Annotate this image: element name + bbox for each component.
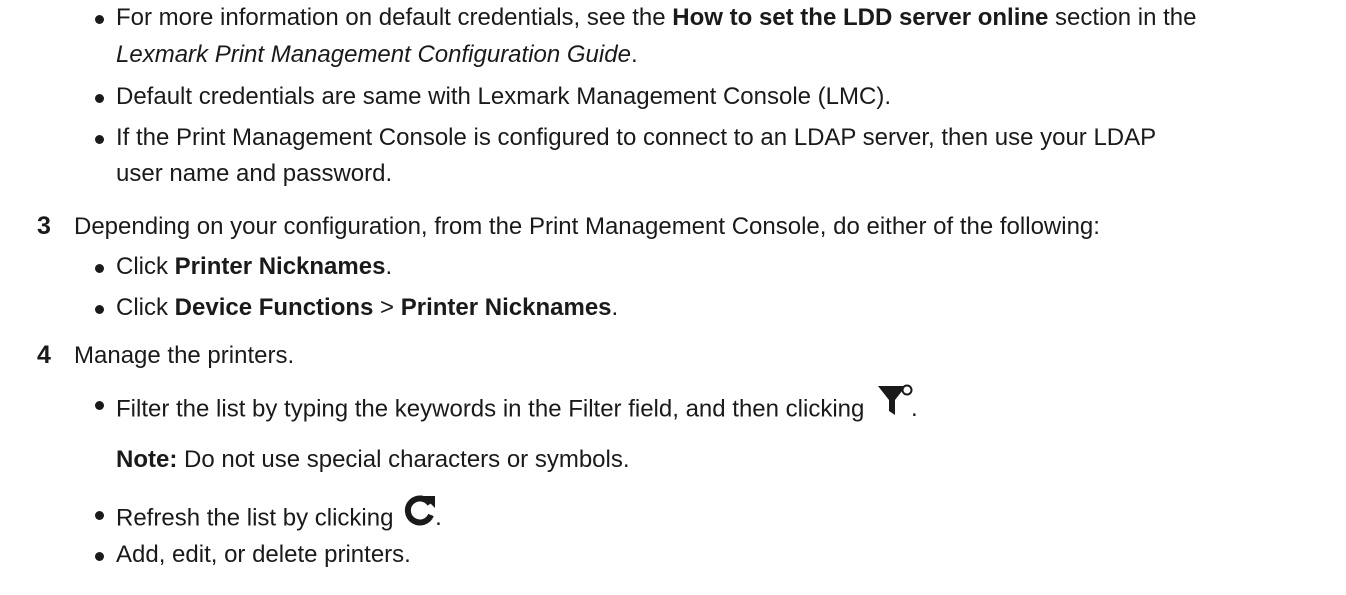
- text: Click: [116, 253, 175, 280]
- text: .: [435, 504, 442, 532]
- ui-label: Printer Nicknames: [174, 253, 386, 280]
- bullet-dot: [95, 15, 104, 24]
- text: user name and password.: [116, 160, 393, 187]
- intro-bullet-1-line2: Lexmark Print Management Configuration G…: [116, 40, 638, 70]
- step-number: 3: [37, 212, 51, 240]
- refresh-icon: [404, 495, 436, 535]
- text: If the Print Management Console is confi…: [116, 124, 1157, 151]
- filter-icon: [877, 384, 913, 426]
- text: Depending on your configuration, from th…: [74, 213, 1100, 240]
- bullet-dot: [95, 135, 104, 144]
- text: Filter the list by typing the keywords i…: [116, 395, 865, 423]
- step-4-refresh-bullet: Refresh the list by clicking .: [116, 495, 442, 539]
- text: Default credentials are same with Lexmar…: [116, 83, 891, 110]
- text: >: [373, 294, 401, 321]
- intro-bullet-3: If the Print Management Console is confi…: [116, 123, 1156, 153]
- text: section in the: [1048, 4, 1197, 31]
- bullet-dot: [95, 552, 104, 561]
- bullet-dot: [95, 511, 104, 520]
- text: Manage the printers.: [74, 342, 295, 369]
- note: Note: Do not use special characters or s…: [116, 445, 630, 475]
- note-text: Do not use special characters or symbols…: [177, 446, 630, 473]
- text: Add, edit, or delete printers.: [116, 541, 411, 568]
- intro-bullet-2: Default credentials are same with Lexmar…: [116, 82, 891, 112]
- bullet-dot: [95, 264, 104, 273]
- step-3-text: Depending on your configuration, from th…: [74, 212, 1100, 242]
- step-3-bullet-2: Click Device Functions > Printer Nicknam…: [116, 293, 618, 323]
- step-4-filter-bullet: Filter the list by typing the keywords i…: [116, 384, 918, 431]
- bullet-dot: [95, 94, 104, 103]
- text: Refresh the list by clicking: [116, 504, 394, 532]
- document-page: For more information on default credenti…: [0, 0, 1346, 595]
- text: For more information on default credenti…: [116, 4, 673, 31]
- guide-title: Lexmark Print Management Configuration G…: [116, 41, 631, 68]
- intro-bullet-3-line2: user name and password.: [116, 159, 392, 189]
- intro-bullet-1: For more information on default credenti…: [116, 3, 1196, 33]
- step-number: 4: [37, 341, 51, 369]
- text: .: [630, 41, 638, 68]
- text: .: [611, 294, 619, 321]
- step-4-text: Manage the printers.: [74, 341, 294, 371]
- step-4-last-bullet: Add, edit, or delete printers.: [116, 540, 411, 570]
- text: Click: [116, 294, 175, 321]
- ui-label: Printer Nicknames: [400, 294, 612, 321]
- text: .: [385, 253, 393, 280]
- note-label: Note:: [116, 446, 178, 473]
- bullet-dot: [95, 401, 104, 410]
- step-3-bullet-1: Click Printer Nicknames.: [116, 252, 392, 282]
- bullet-dot: [95, 305, 104, 314]
- bold-section-ref: How to set the LDD server online: [672, 4, 1049, 31]
- ui-label: Device Functions: [174, 294, 374, 321]
